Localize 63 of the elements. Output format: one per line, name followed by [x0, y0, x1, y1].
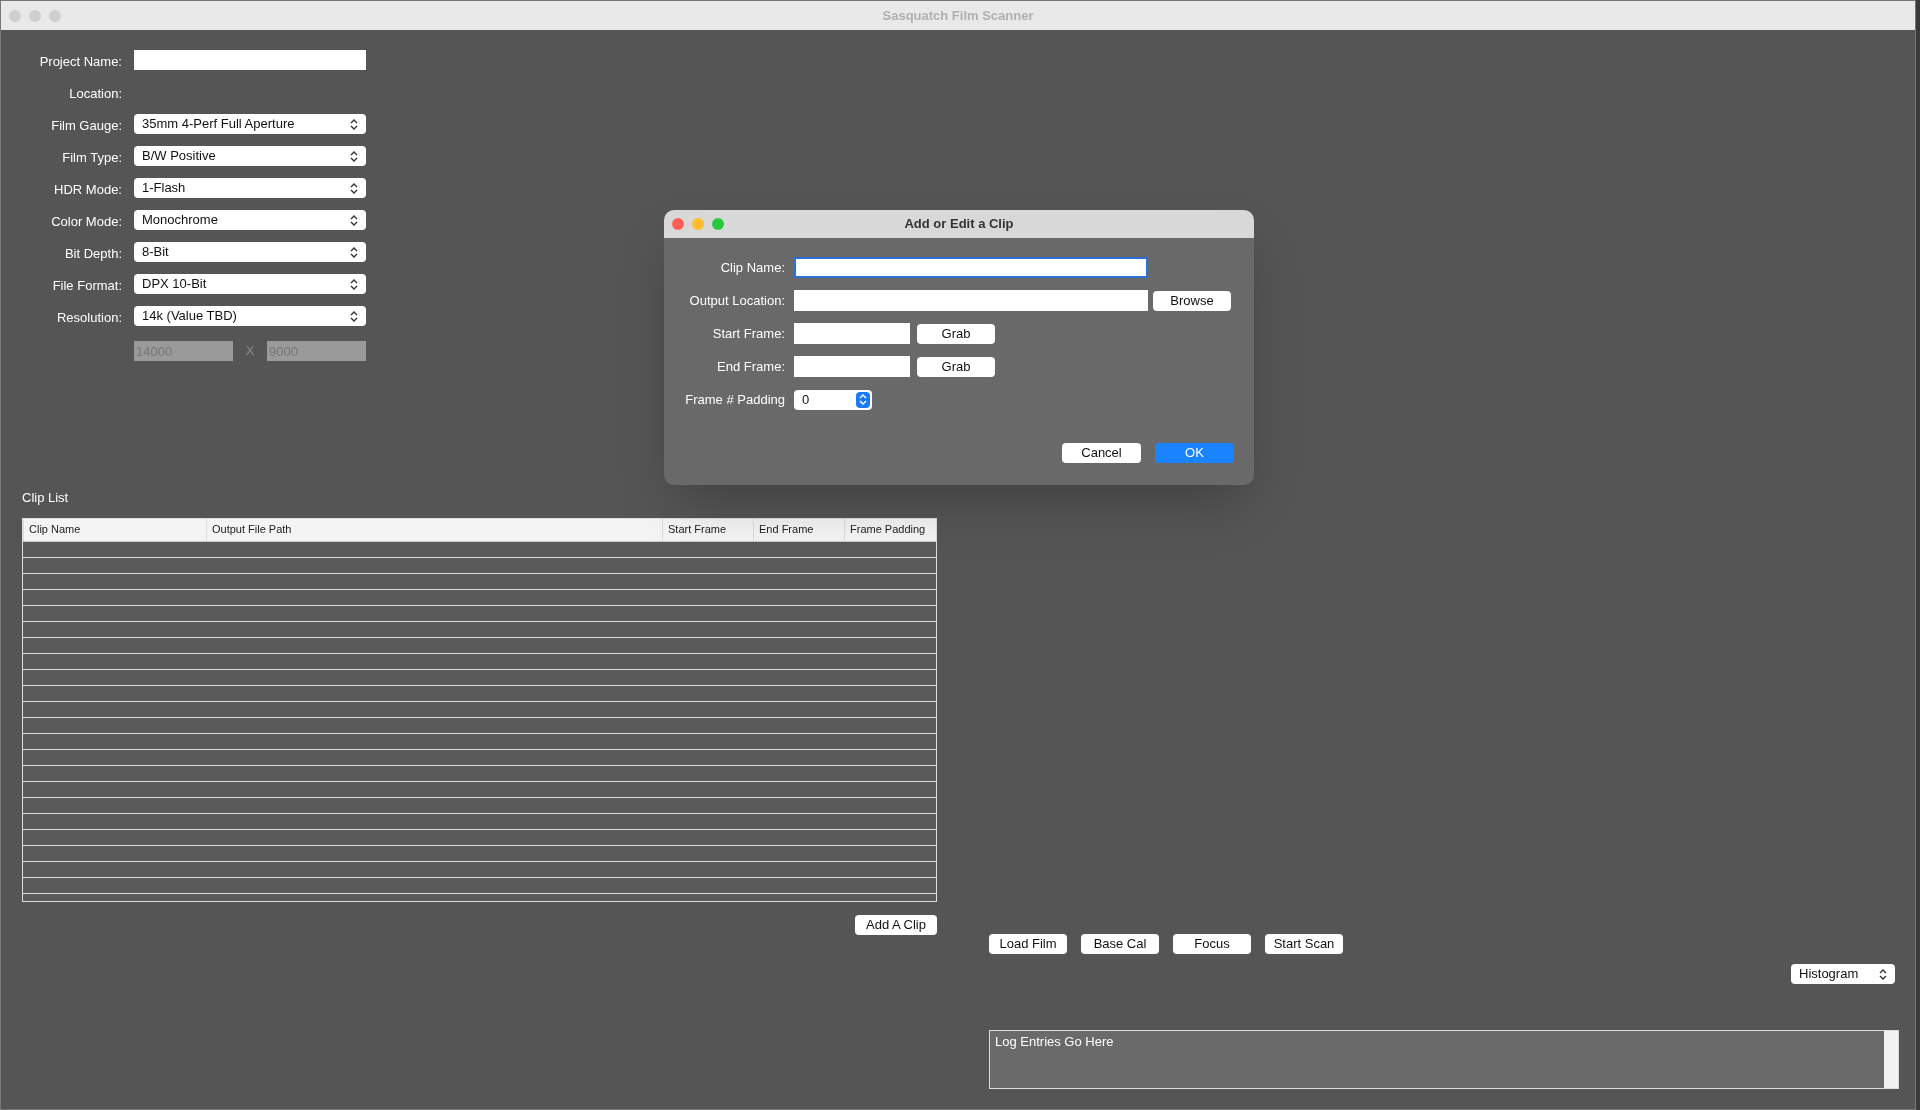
field-button[interactable]: Grab	[917, 323, 995, 344]
field-label: Project Name:	[38, 52, 123, 71]
up-down-chevron-icon	[350, 182, 358, 194]
field-label: Frame # Padding	[684, 390, 786, 409]
control-button[interactable]: Load Film	[989, 934, 1067, 954]
up-down-chevron-icon	[350, 150, 358, 162]
close-icon[interactable]	[672, 218, 684, 230]
field-label: Location:	[68, 84, 123, 103]
add-clip-button[interactable]: Add A Clip	[855, 914, 937, 935]
up-down-chevron-icon	[350, 118, 358, 130]
control-button[interactable]: Start Scan	[1265, 934, 1343, 954]
column-header[interactable]: Clip Name	[23, 518, 206, 541]
up-down-chevron-icon	[350, 310, 358, 322]
view-dropdown[interactable]: Histogram	[1791, 964, 1895, 984]
field-label: Film Type:	[61, 148, 123, 167]
dropdown[interactable]: 1-Flash	[134, 178, 366, 198]
dialog-title: Add or Edit a Clip	[904, 215, 1014, 234]
scrollbar[interactable]	[1884, 1031, 1898, 1088]
field-label: Color Mode:	[50, 212, 123, 231]
column-header[interactable]: Frame Padding	[844, 518, 936, 541]
dropdown[interactable]: 14k (Value TBD)	[134, 306, 366, 326]
field-label: Output Location:	[688, 291, 786, 310]
field-label: Resolution:	[55, 308, 123, 327]
field-label: Start Frame:	[711, 324, 786, 343]
field-button[interactable]: Browse	[1153, 290, 1231, 311]
column-header[interactable]: Start Frame	[662, 518, 753, 541]
field-label: Clip Name:	[719, 258, 786, 277]
up-down-chevron-icon	[350, 278, 358, 290]
log-text: Log Entries Go Here	[994, 1033, 1115, 1051]
field-label: File Format:	[51, 276, 123, 295]
text-field[interactable]	[794, 257, 1148, 278]
text-field[interactable]	[794, 290, 1148, 311]
number-stepper[interactable]: 0	[794, 389, 872, 410]
dropdown[interactable]: 8-Bit	[134, 242, 366, 262]
zoom-icon[interactable]	[49, 9, 61, 22]
up-down-chevron-icon	[350, 214, 358, 226]
text-field[interactable]	[794, 356, 910, 377]
close-icon[interactable]	[9, 9, 21, 22]
control-button[interactable]: Focus	[1173, 934, 1251, 954]
text-field[interactable]	[134, 50, 366, 70]
dropdown[interactable]: 35mm 4-Perf Full Aperture	[134, 114, 366, 134]
dialog-button[interactable]: Cancel	[1062, 443, 1141, 463]
dropdown[interactable]: DPX 10-Bit	[134, 274, 366, 294]
column-header[interactable]: End Frame	[753, 518, 844, 541]
field-button[interactable]: Grab	[917, 356, 995, 377]
up-down-chevron-icon	[859, 394, 867, 405]
control-button[interactable]: Base Cal	[1081, 934, 1159, 954]
minimize-icon[interactable]	[29, 9, 41, 22]
field-label: Film Gauge:	[50, 116, 123, 135]
field-label: End Frame:	[716, 357, 786, 376]
minimize-icon[interactable]	[692, 218, 704, 230]
zoom-icon[interactable]	[712, 218, 724, 230]
field-label: HDR Mode:	[53, 180, 123, 199]
dropdown[interactable]: Monochrome	[134, 210, 366, 230]
text-field[interactable]	[794, 323, 910, 344]
window-title: Sasquatch Film Scanner	[882, 6, 1034, 25]
section-title: Clip List	[22, 489, 70, 507]
up-down-chevron-icon	[1879, 968, 1887, 980]
column-header[interactable]: Output File Path	[206, 518, 662, 541]
dialog-button[interactable]: OK	[1155, 443, 1234, 463]
up-down-chevron-icon	[350, 246, 358, 258]
field-label: Bit Depth:	[63, 244, 123, 263]
dropdown[interactable]: B/W Positive	[134, 146, 366, 166]
